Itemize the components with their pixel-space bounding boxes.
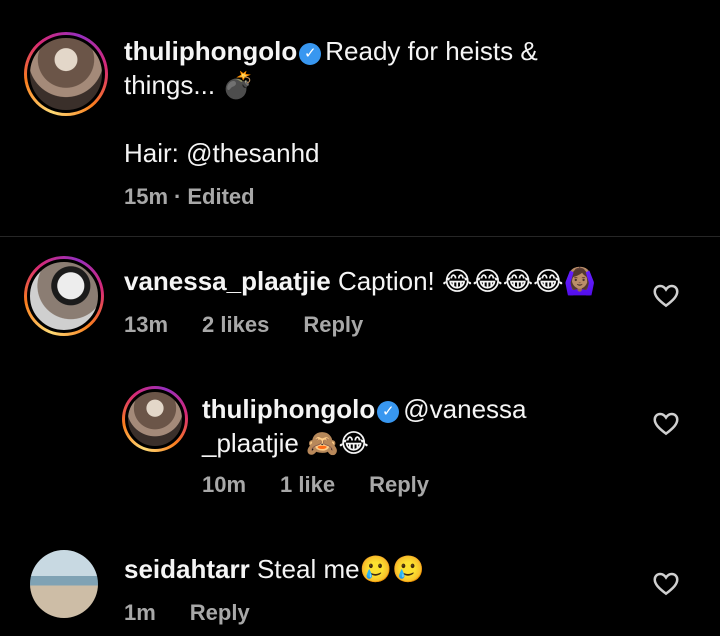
avatar-image (125, 389, 185, 449)
caption-text-line3: Hair: @thesanhd (124, 138, 320, 168)
reply-line-1: thuliphongolo ✓ @vanessa (202, 392, 527, 426)
caption-edited: Edited (187, 184, 255, 209)
reply-button[interactable]: Reply (369, 472, 429, 497)
avatar[interactable] (24, 256, 104, 336)
avatar-image (27, 35, 105, 113)
comment-time: 13m (124, 312, 169, 337)
comment-meta: 1m Reply (124, 600, 284, 626)
verified-badge-icon: ✓ (299, 43, 322, 65)
avatar[interactable] (30, 550, 98, 618)
comment-username[interactable]: seidahtarr (124, 554, 250, 584)
caption-line-1: thuliphongolo ✓ Ready for heists & (124, 34, 538, 68)
heart-icon[interactable] (651, 408, 681, 438)
comment-text: Caption! 😂😂😂😂🙆🏽‍♀️ (337, 266, 596, 296)
reply-likes[interactable]: 1 like (280, 472, 335, 497)
comment-text: Steal me🥲🥲 (256, 554, 425, 584)
divider (0, 236, 720, 237)
reply-text-line1[interactable]: @vanessa (403, 394, 526, 424)
avatar[interactable] (24, 32, 108, 116)
comment-likes[interactable]: 2 likes (202, 312, 269, 337)
caption-username[interactable]: thuliphongolo (124, 36, 297, 66)
caption-meta: 15m · Edited (124, 184, 289, 210)
reply-time: 10m (202, 472, 247, 497)
avatar[interactable] (122, 386, 188, 452)
reply-meta: 10m 1 like Reply (202, 472, 463, 498)
caption-text-line2: things... 💣 (124, 70, 255, 100)
comment-line: vanessa_plaatjie Caption! 😂😂😂😂🙆🏽‍♀️ (124, 264, 596, 298)
reply-username[interactable]: thuliphongolo (202, 394, 375, 424)
comment-username[interactable]: vanessa_plaatjie (124, 266, 331, 296)
comment-time: 1m (124, 600, 156, 625)
avatar-image (27, 259, 101, 333)
comment-meta: 13m 2 likes Reply (124, 312, 397, 338)
reply-text-line2: _plaatjie 🙈😂 (202, 428, 369, 458)
caption-separator: · (174, 184, 182, 209)
comment-line: seidahtarr Steal me🥲🥲 (124, 552, 424, 586)
avatar-image (30, 550, 98, 618)
heart-icon[interactable] (651, 280, 681, 310)
caption-time: 15m (124, 184, 169, 209)
verified-badge-icon: ✓ (377, 401, 400, 423)
heart-icon[interactable] (651, 568, 681, 598)
reply-button[interactable]: Reply (190, 600, 250, 625)
caption-text-line1: Ready for heists & (325, 36, 538, 66)
reply-button[interactable]: Reply (303, 312, 363, 337)
